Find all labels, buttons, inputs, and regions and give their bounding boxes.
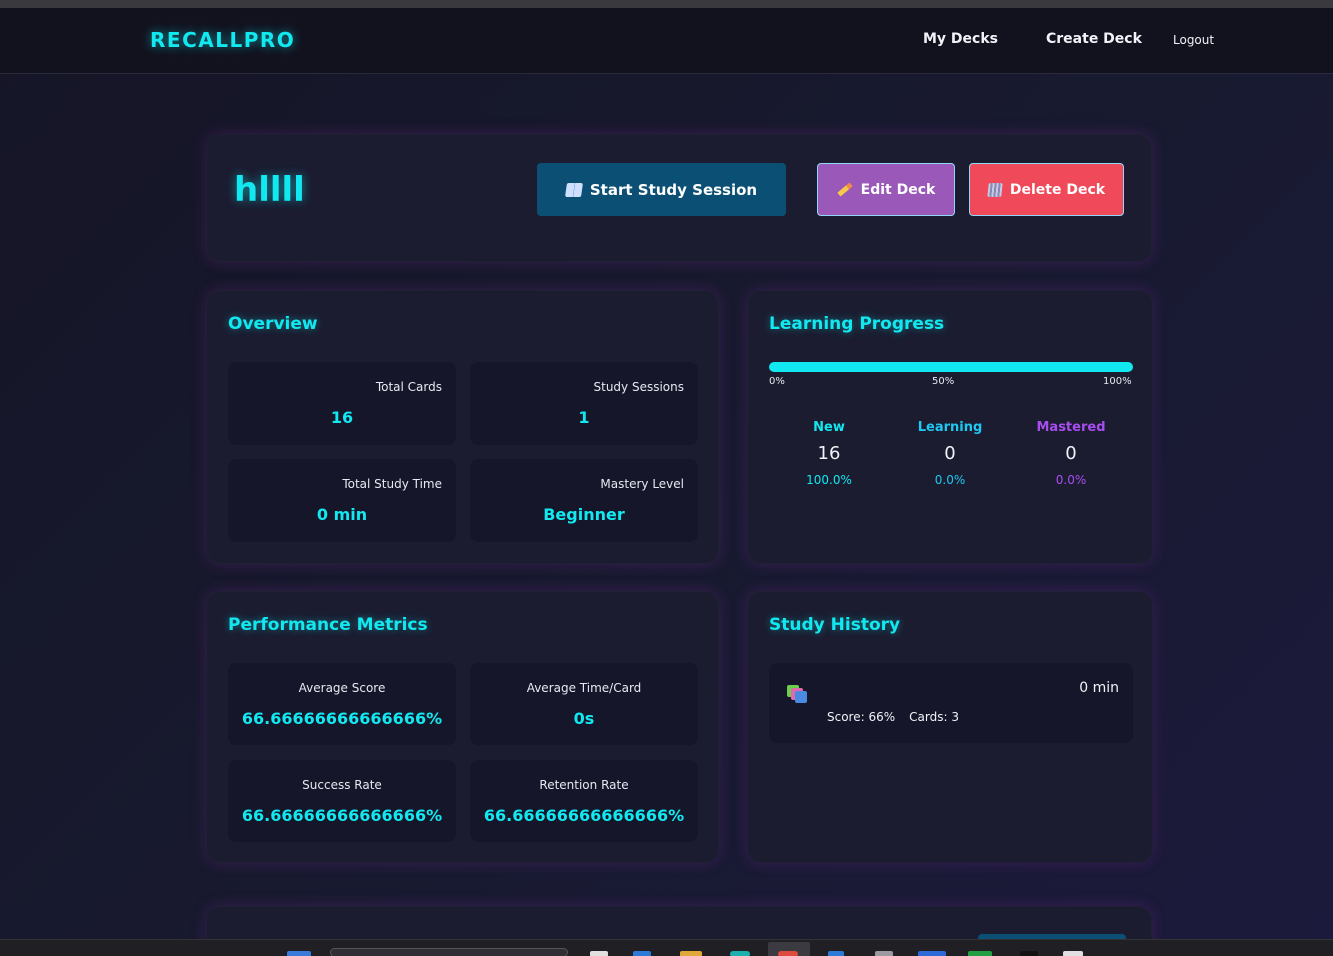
start-icon[interactable] (287, 951, 311, 956)
taskbar-app-icon[interactable] (590, 951, 608, 956)
card-stack-icon (787, 685, 809, 705)
stat-label: Success Rate (302, 778, 382, 792)
stat-total-study-time: Total Study Time 0 min (228, 459, 456, 542)
os-taskbar (0, 939, 1333, 956)
nav-my-decks[interactable]: My Decks (923, 31, 998, 47)
history-cards: Cards: 3 (909, 710, 959, 724)
delete-deck-button[interactable]: Delete Deck (969, 163, 1124, 216)
progress-tick-0: 0% (769, 376, 785, 387)
col-pct: 0.0% (934, 473, 966, 487)
progress-col-learning: Learning 0 0.0% (890, 420, 1010, 487)
trash-icon (987, 182, 1003, 197)
stat-study-sessions: Study Sessions 1 (470, 362, 698, 445)
col-name: Mastered (1036, 420, 1106, 435)
overview-card: Overview Total Cards 16 Study Sessions 1… (206, 290, 719, 564)
history-duration: 0 min (1079, 680, 1119, 696)
taskbar-app-icon[interactable] (1020, 951, 1038, 956)
delete-deck-label: Delete Deck (1009, 181, 1106, 198)
progress-bar-fill (769, 362, 1133, 372)
stat-label: Mastery Level (600, 477, 684, 491)
stat-label: Retention Rate (539, 778, 629, 792)
stat-retention-rate: Retention Rate 66.66666666666666% (470, 760, 698, 842)
overview-title: Overview (228, 314, 318, 334)
navbar: RECALLPRO My Decks Create Deck Logout (0, 8, 1333, 74)
nav-logout[interactable]: Logout (1173, 33, 1214, 47)
stat-value: 0 min (316, 505, 368, 524)
progress-bar (769, 362, 1133, 372)
col-pct: 0.0% (1055, 473, 1087, 487)
stat-value: 66.66666666666666% (241, 806, 443, 825)
col-name: New (813, 420, 845, 435)
col-name: Learning (917, 420, 983, 435)
taskbar-app-icon[interactable] (1063, 951, 1083, 956)
taskbar-app-icon[interactable] (968, 951, 992, 956)
performance-metrics-card: Performance Metrics Average Score 66.666… (206, 591, 719, 863)
stat-total-cards: Total Cards 16 (228, 362, 456, 445)
start-study-session-button[interactable]: Start Study Session (537, 163, 786, 216)
nav-create-deck[interactable]: Create Deck (1046, 31, 1142, 47)
stat-average-time-per-card: Average Time/Card 0s (470, 663, 698, 745)
taskbar-app-icon[interactable] (828, 951, 844, 956)
stat-label: Average Score (298, 681, 386, 695)
taskbar-search-box[interactable] (330, 948, 568, 956)
start-study-session-label: Start Study Session (589, 180, 758, 199)
col-pct: 100.0% (806, 473, 852, 487)
stat-value: 0s (573, 709, 595, 728)
col-count: 16 (817, 443, 841, 464)
stat-value: 66.66666666666666% (241, 709, 443, 728)
col-count: 0 (1065, 443, 1077, 464)
deck-header-card: hllll Start Study Session Edit Deck Dele… (206, 134, 1152, 262)
progress-tick-100: 100% (1103, 376, 1132, 387)
stat-mastery-level: Mastery Level Beginner (470, 459, 698, 542)
taskbar-app-icon[interactable] (875, 951, 893, 956)
browser-top-strip (0, 0, 1333, 8)
edit-deck-label: Edit Deck (860, 181, 936, 198)
stat-average-score: Average Score 66.66666666666666% (228, 663, 456, 745)
stat-label: Study Sessions (593, 380, 685, 394)
history-item[interactable]: 0 min Score: 66% Cards: 3 (769, 663, 1133, 743)
study-history-title: Study History (769, 615, 901, 635)
book-icon (564, 182, 583, 197)
performance-metrics-title: Performance Metrics (228, 615, 428, 635)
taskbar-app-icon[interactable] (633, 951, 651, 956)
brand-logo[interactable]: RECALLPRO (150, 28, 295, 52)
progress-col-mastered: Mastered 0 0.0% (1011, 420, 1131, 487)
folder-icon[interactable] (680, 951, 702, 956)
stat-label: Total Cards (375, 380, 442, 394)
stat-value: Beginner (543, 505, 625, 524)
stat-label: Total Study Time (342, 477, 442, 491)
col-count: 0 (944, 443, 956, 464)
progress-col-new: New 16 100.0% (769, 420, 889, 487)
progress-tick-50: 50% (932, 376, 955, 387)
taskbar-app-icon[interactable] (918, 951, 946, 956)
deck-title: hllll (234, 170, 305, 210)
browser-icon[interactable] (778, 951, 798, 956)
pencil-icon (836, 182, 853, 197)
stat-value: 1 (578, 408, 590, 427)
history-meta: Score: 66% Cards: 3 (827, 710, 959, 724)
stat-success-rate: Success Rate 66.66666666666666% (228, 760, 456, 842)
taskbar-app-icon[interactable] (730, 951, 750, 956)
stat-value: 66.66666666666666% (483, 806, 685, 825)
history-score: Score: 66% (827, 710, 896, 724)
study-history-card: Study History 0 min Score: 66% Cards: 3 (747, 591, 1153, 863)
learning-progress-card: Learning Progress 0% 50% 100% New 16 100… (747, 290, 1153, 564)
stat-value: 16 (330, 408, 354, 427)
learning-progress-title: Learning Progress (769, 314, 945, 334)
edit-deck-button[interactable]: Edit Deck (817, 163, 955, 216)
stat-label: Average Time/Card (526, 681, 642, 695)
